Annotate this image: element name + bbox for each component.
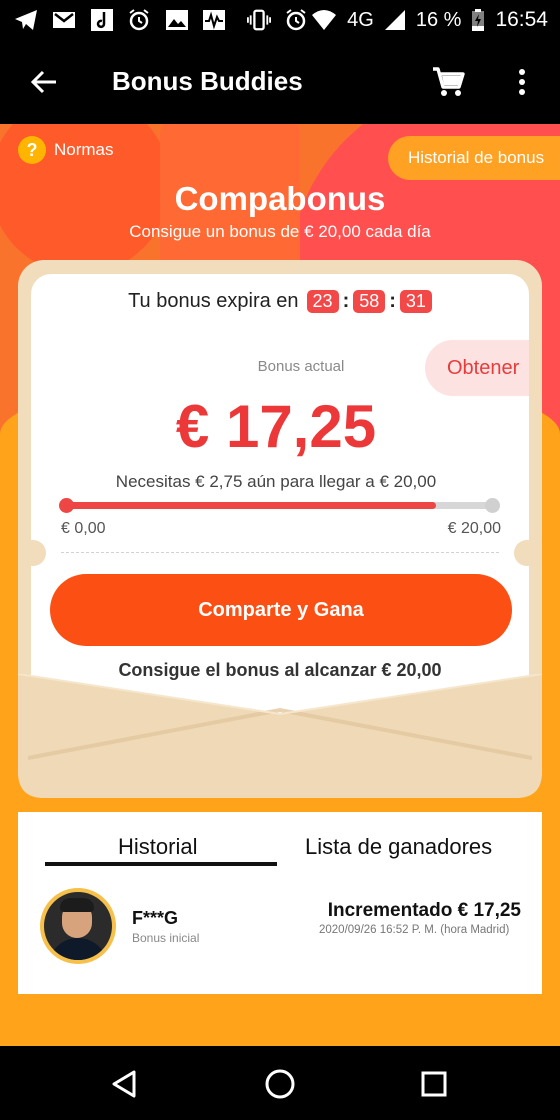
progress-end-dot bbox=[485, 498, 500, 513]
network-label: 4G bbox=[347, 8, 374, 31]
app-bar: Bonus Buddies bbox=[0, 40, 560, 124]
claim-button[interactable]: Obtener bbox=[425, 340, 529, 396]
alarm-icon bbox=[127, 8, 151, 32]
progress-min-label: € 0,00 bbox=[61, 520, 106, 537]
reach-text: Consigue el bonus al alcanzar € 20,00 bbox=[118, 660, 442, 680]
hero-title: Compabonus bbox=[174, 180, 386, 217]
vibrate-icon bbox=[247, 8, 271, 32]
bonus-history-button[interactable]: Historial de bonus bbox=[388, 136, 560, 180]
history-panel: Historial Lista de ganadores F***G Bonus… bbox=[18, 812, 542, 994]
tab-historial[interactable]: Historial bbox=[118, 834, 197, 860]
card-notch-right bbox=[514, 540, 540, 566]
nav-back-icon[interactable] bbox=[102, 1062, 146, 1106]
music-icon bbox=[90, 8, 114, 32]
telegram-icon bbox=[14, 8, 38, 32]
rules-label: Normas bbox=[54, 140, 114, 159]
battery-charging-icon bbox=[471, 8, 485, 32]
alarm-icon bbox=[284, 8, 308, 32]
gmail-icon bbox=[52, 8, 76, 32]
status-right: 4G 16 % 16:54 bbox=[311, 6, 548, 34]
share-and-earn-button[interactable]: Comparte y Gana bbox=[50, 574, 512, 646]
dashed-divider bbox=[61, 552, 499, 553]
cart-icon[interactable] bbox=[426, 60, 470, 104]
remaining-text: Necesitas € 2,75 aún para llegar a € 20,… bbox=[115, 472, 437, 491]
entry-subtitle: Bonus inicial bbox=[132, 931, 200, 945]
help-icon: ? bbox=[18, 136, 46, 164]
clock: 16:54 bbox=[495, 8, 548, 31]
entry-amount: Incrementado € 17,25 bbox=[327, 900, 521, 921]
progress-max-label: € 20,00 bbox=[447, 520, 501, 537]
active-tab-indicator bbox=[45, 862, 277, 866]
battery-label: 16 % bbox=[415, 8, 462, 31]
bonus-card: Tu bonus expira en 23 : 58 : 31 Bonus ac… bbox=[31, 274, 529, 714]
hero-subtitle: Consigue un bonus de € 20,00 cada día bbox=[129, 222, 431, 241]
image-icon bbox=[165, 8, 189, 32]
status-bar: 4G 16 % 16:54 bbox=[0, 0, 560, 40]
timer-hours: 23 bbox=[306, 290, 339, 313]
expiry-timer: Tu bonus expira en 23 : 58 : 31 bbox=[31, 290, 529, 313]
avatar bbox=[40, 888, 116, 964]
main-content: ? Normas Historial de bonus Compabonus C… bbox=[0, 124, 560, 1046]
expiry-label: Tu bonus expira en bbox=[128, 290, 299, 312]
bonus-amount: € 17,25 bbox=[175, 393, 377, 460]
navigation-bar bbox=[0, 1046, 560, 1120]
timer-minutes: 58 bbox=[353, 290, 386, 313]
card-notch-left bbox=[20, 540, 46, 566]
signal-icon bbox=[384, 9, 406, 31]
rules-link[interactable]: ? Normas bbox=[18, 136, 114, 164]
current-bonus-label: Bonus actual bbox=[257, 358, 345, 375]
activity-icon bbox=[202, 8, 226, 32]
progress-fill bbox=[67, 502, 437, 509]
tab-winners-list[interactable]: Lista de ganadores bbox=[305, 834, 492, 860]
nav-recents-icon[interactable] bbox=[412, 1062, 456, 1106]
entry-user-name: F***G bbox=[132, 908, 179, 928]
app-title: Bonus Buddies bbox=[112, 66, 303, 96]
nav-home-icon[interactable] bbox=[258, 1062, 302, 1106]
progress-start-dot bbox=[59, 498, 74, 513]
arrow-back-icon[interactable] bbox=[24, 62, 64, 102]
wifi-icon bbox=[311, 9, 337, 31]
timer-seconds: 31 bbox=[399, 290, 432, 313]
entry-date: 2020/09/26 16:52 P. M. (hora Madrid) bbox=[319, 924, 510, 936]
more-vert-icon[interactable] bbox=[500, 60, 544, 104]
envelope-flap bbox=[18, 674, 542, 798]
progress-bar bbox=[67, 502, 495, 509]
